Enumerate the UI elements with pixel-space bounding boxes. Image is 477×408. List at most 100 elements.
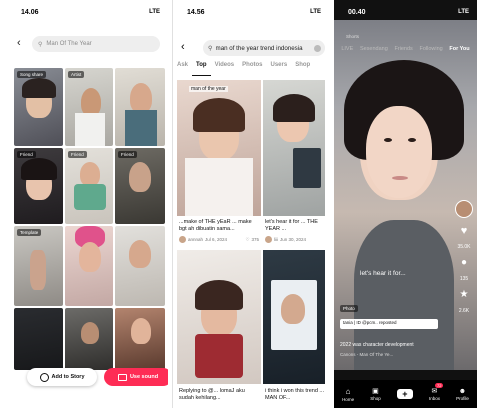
phone-1-sound-page: 14.06 LTE ‹ ⚲ Man Of The Year Song share… [7, 0, 168, 408]
tab-users[interactable]: Users [267, 62, 292, 76]
nav-inbox[interactable]: ✉ 72 Inbox [428, 383, 444, 401]
add-to-story-button[interactable]: Add to Story [27, 368, 97, 386]
grid-tile[interactable] [115, 68, 165, 146]
photo-badge: Photo [340, 305, 358, 312]
result-card[interactable]: man of the year [177, 80, 261, 216]
tile-tag: Friend [17, 151, 36, 158]
card-user: liii [274, 237, 278, 242]
card-date: Jun 30, 2024 [280, 237, 307, 242]
avatar [265, 236, 272, 243]
like-count: 35.0K [457, 244, 471, 250]
video-overlay-text: let's hear it for... [360, 270, 406, 277]
tile-tag: Friend [68, 151, 87, 158]
bottom-nav: ⌂ Home ▣ Shop + ✉ 72 Inbox ☻ Profile [334, 380, 477, 408]
grid-tile[interactable] [14, 308, 63, 370]
nav-shop[interactable]: ▣ Shop [370, 387, 381, 401]
story-icon [39, 372, 49, 382]
grid-tile[interactable]: Template [14, 226, 63, 306]
create-button[interactable]: + [396, 389, 413, 399]
comment-icon[interactable]: ● [461, 258, 467, 268]
grid-tile[interactable] [65, 226, 113, 306]
phone-3-video-player: 00.40 LTE Shorts LIVE Sesendang Friends … [334, 0, 477, 408]
phone-2-search-results: 14.56 LTE ‹ ⚲ man of the year trend indo… [172, 0, 329, 408]
username-label: tania | ID @pcm.. reposted [343, 320, 397, 325]
video-frame[interactable] [334, 20, 477, 370]
nav-profile-label: Profile [456, 395, 469, 401]
heart-icon[interactable]: ♥ [461, 226, 468, 237]
tile-tag: Artist [68, 71, 85, 78]
tab-live[interactable]: LIVE [341, 46, 353, 52]
card-caption: Replying to @... lomaJ aku sudah kehilan… [179, 388, 245, 401]
tab-shop[interactable]: Shop [291, 62, 314, 76]
card-likes: 375 [251, 237, 259, 242]
signal-indicator: LTE [310, 9, 321, 15]
tab-photos[interactable]: Photos [238, 62, 266, 76]
video-caption: 2022 was character development [340, 342, 414, 348]
result-card[interactable] [263, 250, 325, 384]
video-overlay-text: man of the year [189, 86, 228, 92]
comment-count: 135 [459, 276, 469, 282]
clear-icon[interactable] [314, 44, 321, 52]
card-user: annnah [188, 237, 204, 242]
photo-label: Photo [343, 306, 355, 311]
shop-icon: ▣ [372, 388, 379, 395]
back-icon[interactable]: ‹ [181, 42, 185, 53]
top-nav: LIVE Sesendang Friends Following For You [334, 46, 477, 52]
username[interactable]: tania | ID @pcm.. reposted [340, 319, 438, 329]
status-bar: 00.40 LTE [334, 0, 477, 20]
grid-tile[interactable] [115, 226, 165, 306]
creator-avatar[interactable] [455, 200, 473, 218]
tab-videos[interactable]: Videos [211, 62, 239, 76]
search-bar[interactable]: ⚲ Man Of The Year [32, 36, 160, 52]
grid-tile[interactable]: Friend [65, 148, 113, 224]
tile-tag: Song share [17, 71, 47, 78]
nav-home[interactable]: ⌂ Home [342, 387, 354, 402]
status-time: 00.40 [348, 9, 366, 16]
grid-tile[interactable]: Friend [14, 148, 63, 224]
search-input[interactable]: ⚲ man of the year trend indonesia [203, 40, 325, 56]
search-tabs: Ask Top Videos Photos Users Shop [173, 62, 329, 76]
profile-icon: ☻ [458, 387, 467, 395]
plus-icon: + [396, 389, 413, 399]
grid-tile[interactable]: Song share [14, 68, 63, 146]
card-meta: annnah Jul 6, 2024 ♡ 375 [179, 236, 259, 243]
grid-tile[interactable] [65, 308, 113, 370]
status-bar: 14.06 LTE [7, 0, 168, 20]
grid-tile[interactable] [115, 308, 165, 370]
live-label: Shorts [346, 34, 360, 39]
sound-label[interactable]: Canons - Man Of The Ye... [340, 352, 450, 357]
inbox-icon: ✉ [431, 388, 438, 395]
back-icon[interactable]: ‹ [17, 38, 21, 49]
status-time: 14.06 [21, 9, 39, 16]
save-count: 2.6K [458, 308, 470, 314]
home-icon: ⌂ [345, 386, 351, 396]
grid-tile[interactable]: Artist [65, 68, 113, 146]
inbox-badge: 72 [434, 383, 444, 388]
result-card[interactable] [177, 250, 261, 384]
status-time: 14.56 [187, 9, 205, 16]
tab-for-you[interactable]: For You [449, 46, 469, 52]
card-caption: i think i won this trend ... MAN OF... [265, 388, 324, 401]
nav-inbox-label: Inbox [428, 396, 440, 401]
card-caption: ...make of THE yEaR ... make bgt ah dibu… [179, 219, 252, 232]
tab-sesendang[interactable]: Sesendang [360, 46, 388, 52]
side-actions: ♥ 35.0K ● 135 ★ 2.6K [455, 200, 473, 314]
signal-indicator: LTE [149, 9, 160, 15]
bookmark-icon[interactable]: ★ [460, 290, 469, 300]
tab-friends[interactable]: Friends [394, 46, 412, 52]
grid-tile[interactable]: Friend [115, 148, 165, 224]
camera-icon [117, 373, 127, 381]
tile-tag: Template [17, 229, 42, 236]
search-placeholder: Man Of The Year [46, 41, 92, 47]
tile-tag: Friend [118, 151, 137, 158]
heart-icon: ♡ [245, 236, 250, 242]
use-sound-button[interactable]: Use sound [104, 368, 168, 386]
nav-profile[interactable]: ☻ Profile [456, 388, 469, 401]
search-icon: ⚲ [38, 41, 43, 48]
tab-following[interactable]: Following [419, 46, 442, 52]
tab-top[interactable]: Top [192, 62, 211, 76]
signal-indicator: LTE [458, 9, 469, 15]
search-icon: ⚲ [208, 44, 213, 52]
result-card[interactable] [263, 80, 325, 216]
tab-ask[interactable]: Ask [173, 62, 192, 76]
